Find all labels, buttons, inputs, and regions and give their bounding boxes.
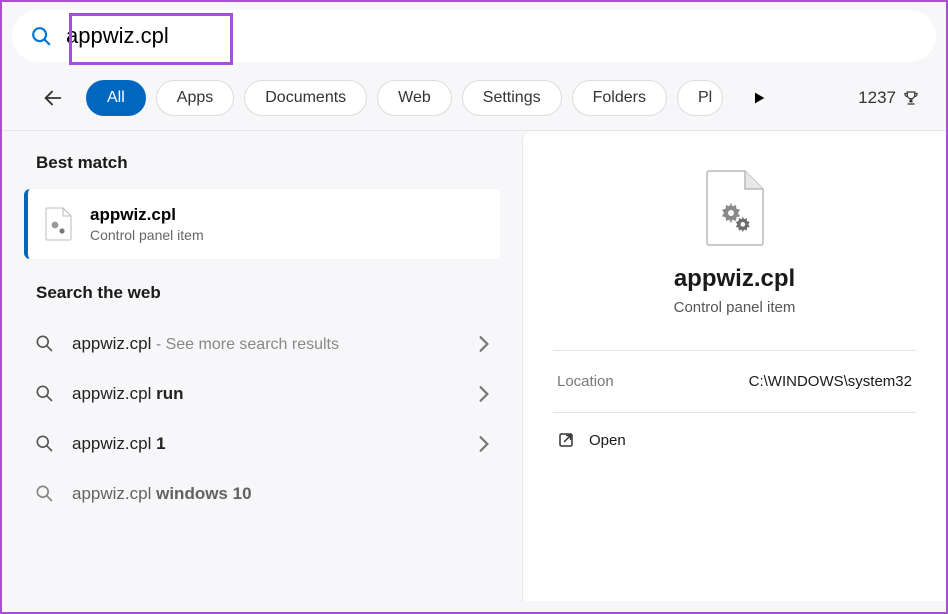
location-value: C:\WINDOWS\system32 bbox=[749, 373, 912, 390]
open-action[interactable]: Open bbox=[553, 413, 916, 467]
results-panel: Best match appwiz.cpl Control panel item… bbox=[2, 131, 522, 601]
result-title: appwiz.cpl bbox=[90, 205, 204, 225]
location-label: Location bbox=[557, 373, 614, 390]
search-icon bbox=[34, 383, 56, 405]
chevron-right-icon bbox=[478, 335, 490, 353]
detail-subtitle: Control panel item bbox=[674, 299, 796, 316]
web-result-label: appwiz.cpl run bbox=[72, 384, 478, 404]
tab-more-truncated[interactable]: Pl bbox=[677, 80, 723, 116]
tab-settings[interactable]: Settings bbox=[462, 80, 562, 116]
web-result-label: appwiz.cpl - See more search results bbox=[72, 334, 478, 354]
tab-documents[interactable]: Documents bbox=[244, 80, 367, 116]
web-result[interactable]: appwiz.cpl 1 bbox=[24, 419, 500, 469]
filter-tabs-row: All Apps Documents Web Settings Folders … bbox=[2, 62, 946, 131]
web-result[interactable]: appwiz.cpl windows 10 bbox=[24, 469, 500, 509]
result-subtitle: Control panel item bbox=[90, 227, 204, 243]
rewards-points[interactable]: 1237 bbox=[858, 88, 936, 108]
control-panel-file-icon bbox=[42, 207, 76, 241]
search-icon bbox=[34, 333, 56, 355]
points-count: 1237 bbox=[858, 88, 896, 108]
open-label: Open bbox=[589, 432, 626, 449]
tab-label: Web bbox=[398, 89, 431, 107]
tab-label: Folders bbox=[593, 89, 646, 107]
search-bar bbox=[12, 10, 936, 62]
search-icon bbox=[34, 483, 56, 505]
trophy-icon bbox=[902, 89, 920, 107]
tab-web[interactable]: Web bbox=[377, 80, 452, 116]
search-input[interactable] bbox=[66, 23, 366, 49]
tab-apps[interactable]: Apps bbox=[156, 80, 234, 116]
tab-label: All bbox=[107, 89, 125, 107]
search-icon bbox=[34, 433, 56, 455]
tab-all[interactable]: All bbox=[86, 80, 146, 116]
best-match-result[interactable]: appwiz.cpl Control panel item bbox=[24, 189, 500, 259]
tab-folders[interactable]: Folders bbox=[572, 80, 667, 116]
web-result-label: appwiz.cpl windows 10 bbox=[72, 484, 490, 504]
detail-location-row: Location C:\WINDOWS\system32 bbox=[553, 351, 916, 412]
search-web-header: Search the web bbox=[2, 283, 522, 313]
detail-panel: appwiz.cpl Control panel item Location C… bbox=[522, 131, 946, 601]
detail-title: appwiz.cpl bbox=[674, 265, 795, 293]
best-match-header: Best match bbox=[2, 153, 522, 183]
web-result-label: appwiz.cpl 1 bbox=[72, 434, 478, 454]
back-button[interactable] bbox=[36, 81, 70, 115]
control-panel-file-icon bbox=[703, 169, 767, 247]
tab-label: Apps bbox=[177, 89, 213, 107]
tab-label: Documents bbox=[265, 89, 346, 107]
tab-label: Settings bbox=[483, 89, 541, 107]
chevron-right-icon bbox=[478, 385, 490, 403]
web-result[interactable]: appwiz.cpl run bbox=[24, 369, 500, 419]
open-external-icon bbox=[557, 431, 575, 449]
web-result[interactable]: appwiz.cpl - See more search results bbox=[24, 319, 500, 369]
scroll-tabs-right[interactable] bbox=[743, 82, 775, 114]
chevron-right-icon bbox=[478, 435, 490, 453]
search-icon bbox=[30, 25, 52, 47]
tab-label: Pl bbox=[698, 89, 712, 107]
